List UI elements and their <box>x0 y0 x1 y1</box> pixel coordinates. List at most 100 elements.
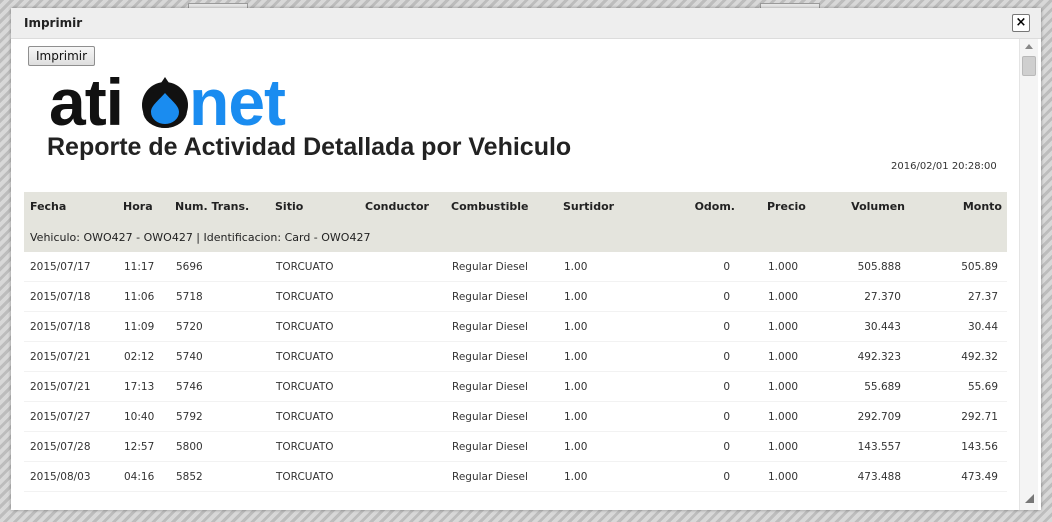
cell-monto: 492.32 <box>961 351 998 363</box>
report-title: Reporte de Actividad Detallada por Vehic… <box>47 133 572 161</box>
cell-precio: 1.000 <box>768 411 799 423</box>
cell-hora: 11:17 <box>124 261 155 273</box>
cell-volumen: 292.709 <box>857 411 901 423</box>
cell-volumen: 473.488 <box>857 471 901 483</box>
cell-volumen: 143.557 <box>857 441 901 453</box>
table-row: 2015/07/21 02:12 5740 TORCUATO Regular Diese… <box>24 342 1007 372</box>
cell-surtidor: 1.00 <box>564 321 588 333</box>
column-header-monto: Monto <box>962 200 1002 213</box>
cell-odom: 0 <box>723 351 730 363</box>
column-header-hora: Hora <box>123 200 153 213</box>
table-header: Fecha Hora Num. Trans. Sitio Conductor C… <box>24 192 1007 223</box>
table-row: 2015/07/28 12:57 5800 TORCUATO Regular Diese… <box>24 432 1007 462</box>
column-header-num-trans: Num. Trans. <box>175 200 250 213</box>
table-row: 2015/07/27 10:40 5792 TORCUATO Regular Diese… <box>24 402 1007 432</box>
cell-monto: 27.37 <box>967 291 998 303</box>
cell-combustible: Regular Diesel <box>452 261 528 273</box>
cell-precio: 1.000 <box>768 291 799 303</box>
cell-fecha: 2015/07/27 <box>30 411 91 423</box>
cell-precio: 1.000 <box>768 321 799 333</box>
cell-surtidor: 1.00 <box>564 351 588 363</box>
scroll-up-icon[interactable] <box>1025 44 1033 49</box>
cell-fecha: 2015/07/21 <box>30 381 91 393</box>
cell-hora: 17:13 <box>124 381 155 393</box>
cell-num: 5800 <box>176 441 203 453</box>
cell-fecha: 2015/07/17 <box>30 261 91 273</box>
cell-num: 5792 <box>176 411 203 423</box>
water-drop-icon <box>142 77 188 128</box>
cell-volumen: 55.689 <box>864 381 901 393</box>
cell-fecha: 2015/07/18 <box>30 321 91 333</box>
cell-hora: 02:12 <box>124 351 155 363</box>
dialog-title: Imprimir <box>24 16 83 30</box>
cell-fecha: 2015/07/28 <box>30 441 91 453</box>
column-header-conductor: Conductor <box>365 200 429 213</box>
scrollbar-thumb[interactable] <box>1022 56 1036 76</box>
cell-surtidor: 1.00 <box>564 381 588 393</box>
cell-sitio: TORCUATO <box>276 471 334 483</box>
cell-monto: 55.69 <box>967 381 998 393</box>
column-header-fecha: Fecha <box>30 200 67 213</box>
cell-surtidor: 1.00 <box>564 261 588 273</box>
cell-combustible: Regular Diesel <box>452 441 528 453</box>
column-header-combustible: Combustible <box>451 200 529 213</box>
cell-surtidor: 1.00 <box>564 411 588 423</box>
activity-table: Fecha Hora Num. Trans. Sitio Conductor C… <box>24 192 1007 492</box>
cell-combustible: Regular Diesel <box>452 291 528 303</box>
cell-precio: 1.000 <box>768 381 799 393</box>
cell-combustible: Regular Diesel <box>452 381 528 393</box>
cell-precio: 1.000 <box>768 471 799 483</box>
cell-sitio: TORCUATO <box>276 411 334 423</box>
table-body: 2015/07/17 11:17 5696 TORCUATO Regular Diese… <box>24 252 1007 492</box>
print-button[interactable]: Imprimir <box>28 46 96 66</box>
cell-num: 5746 <box>176 381 203 393</box>
column-header-precio: Precio <box>767 200 806 213</box>
cell-num: 5696 <box>176 261 203 273</box>
column-header-volumen: Volumen <box>851 200 905 213</box>
vehicle-group-row: Vehiculo: OWO427 - OWO427 | Identificaci… <box>24 223 1007 252</box>
cell-odom: 0 <box>723 471 730 483</box>
cell-odom: 0 <box>723 441 730 453</box>
report-content[interactable]: Imprimir ati net Reporte de Actividad De… <box>11 39 1019 510</box>
table-row: 2015/07/21 17:13 5746 TORCUATO Regular Diese… <box>24 372 1007 402</box>
resize-grip-icon[interactable] <box>1025 494 1034 503</box>
logo-text-right: net <box>189 65 286 139</box>
table-row: 2015/07/17 11:17 5696 TORCUATO Regular Diese… <box>24 252 1007 282</box>
cell-fecha: 2015/08/03 <box>30 471 91 483</box>
table-row: 2015/07/18 11:06 5718 TORCUATO Regular Diese… <box>24 282 1007 312</box>
cell-hora: 12:57 <box>124 441 155 453</box>
vertical-scrollbar[interactable] <box>1019 39 1038 510</box>
dialog-titlebar: Imprimir × <box>11 8 1041 39</box>
cell-monto: 30.44 <box>967 321 998 333</box>
cell-num: 5852 <box>176 471 203 483</box>
table-row: 2015/07/18 11:09 5720 TORCUATO Regular Diese… <box>24 312 1007 342</box>
cell-monto: 505.89 <box>961 261 998 273</box>
column-header-odom: Odom. <box>694 200 735 213</box>
print-dialog: Imprimir × Imprimir ati net Reporte de A… <box>11 8 1041 510</box>
cell-hora: 04:16 <box>124 471 155 483</box>
cell-sitio: TORCUATO <box>276 261 334 273</box>
cell-sitio: TORCUATO <box>276 351 334 363</box>
cell-monto: 292.71 <box>961 411 998 423</box>
cell-hora: 10:40 <box>124 411 155 423</box>
cell-fecha: 2015/07/21 <box>30 351 91 363</box>
cell-combustible: Regular Diesel <box>452 411 528 423</box>
cell-combustible: Regular Diesel <box>452 471 528 483</box>
logo-text-left: ati <box>49 65 124 139</box>
column-header-sitio: Sitio <box>275 200 304 213</box>
cell-volumen: 492.323 <box>857 351 901 363</box>
cell-num: 5740 <box>176 351 203 363</box>
cell-num: 5718 <box>176 291 203 303</box>
cell-fecha: 2015/07/18 <box>30 291 91 303</box>
cell-odom: 0 <box>723 291 730 303</box>
table-row: 2015/08/03 04:16 5852 TORCUATO Regular Diese… <box>24 462 1007 492</box>
cell-surtidor: 1.00 <box>564 471 588 483</box>
cell-monto: 143.56 <box>961 441 998 453</box>
close-icon[interactable]: × <box>1012 14 1030 32</box>
cell-odom: 0 <box>723 261 730 273</box>
vehicle-group-label: Vehiculo: OWO427 - OWO427 | Identificaci… <box>30 231 371 244</box>
cell-hora: 11:09 <box>124 321 155 333</box>
column-header-surtidor: Surtidor <box>563 200 615 213</box>
cell-combustible: Regular Diesel <box>452 321 528 333</box>
cell-odom: 0 <box>723 411 730 423</box>
